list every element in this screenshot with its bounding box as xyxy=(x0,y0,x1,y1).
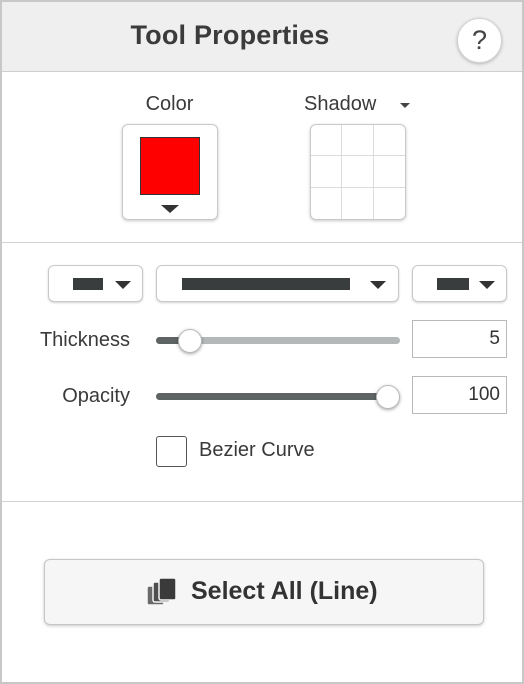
bezier-curve-checkbox[interactable] xyxy=(156,436,187,467)
bezier-curve-label[interactable]: Bezier Curve xyxy=(199,439,315,462)
select-all-label: Select All (Line) xyxy=(191,577,378,605)
chevron-down-icon[interactable] xyxy=(400,103,410,108)
thickness-label: Thickness xyxy=(39,329,130,351)
thickness-slider[interactable] xyxy=(156,329,400,353)
color-swatch xyxy=(140,137,200,195)
shadow-grid-icon xyxy=(311,125,405,219)
line-end-style-dropdown[interactable] xyxy=(412,265,507,302)
chevron-down-icon xyxy=(115,281,131,289)
line-dash-style-dropdown[interactable] xyxy=(156,265,399,302)
tool-properties-panel: Tool Properties ? Color Shadow Thickness… xyxy=(0,0,524,684)
opacity-slider-thumb[interactable] xyxy=(376,385,400,409)
opacity-slider-fill xyxy=(156,393,388,400)
color-picker-button[interactable] xyxy=(122,124,218,220)
line-start-style-dropdown[interactable] xyxy=(48,265,143,302)
divider xyxy=(2,501,522,502)
thickness-slider-thumb[interactable] xyxy=(178,329,202,353)
shadow-picker-button[interactable] xyxy=(310,124,406,220)
color-label: Color xyxy=(145,93,194,115)
panel-header: Tool Properties ? xyxy=(2,2,522,72)
help-button[interactable]: ? xyxy=(457,18,502,63)
opacity-label: Opacity xyxy=(62,385,130,407)
stacked-shapes-icon xyxy=(146,577,177,606)
line-end-style-icon xyxy=(437,278,469,290)
chevron-down-icon xyxy=(479,281,495,289)
divider xyxy=(2,242,522,243)
thickness-input[interactable] xyxy=(412,320,507,358)
opacity-input[interactable] xyxy=(412,376,507,414)
chevron-down-icon xyxy=(370,281,386,289)
chevron-down-icon xyxy=(161,205,179,213)
line-start-style-icon xyxy=(73,278,103,290)
opacity-slider[interactable] xyxy=(156,385,400,409)
select-all-button[interactable]: Select All (Line) xyxy=(44,559,484,625)
shadow-dropdown-label[interactable]: Shadow xyxy=(304,93,376,116)
line-dash-style-icon xyxy=(182,278,350,290)
panel-title: Tool Properties xyxy=(130,20,330,50)
